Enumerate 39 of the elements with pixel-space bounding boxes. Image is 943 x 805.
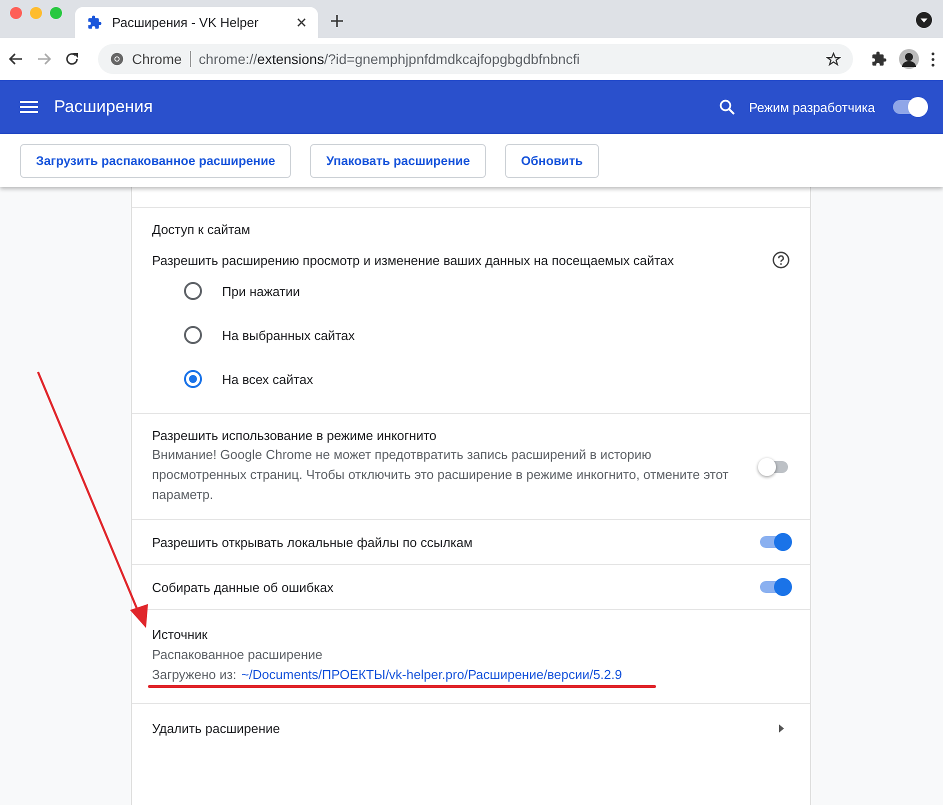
new-tab-icon[interactable] <box>330 14 344 28</box>
remove-extension-row[interactable]: Удалить расширение <box>132 703 810 752</box>
developer-mode-label: Режим разработчика <box>748 100 875 114</box>
source-type: Распакованное расширение <box>152 646 324 664</box>
url-text: chrome://extensions/?id=gnemphjpnfdmdkcajfopgbgdbfnbncfi <box>198 51 580 67</box>
avatar-icon[interactable] <box>899 49 919 69</box>
help-icon[interactable] <box>772 251 790 269</box>
search-icon[interactable] <box>718 99 735 115</box>
bookmark-star-icon[interactable] <box>826 52 841 66</box>
browser-tab[interactable]: Расширения - VK Helper <box>75 7 318 38</box>
radio-option[interactable]: На всех сайтах <box>152 357 790 401</box>
radio-option[interactable]: При нажатии <box>152 269 790 313</box>
setting-toggle[interactable] <box>760 460 788 472</box>
address-bar[interactable]: Chrome chrome://extensions/?id=gnemphjpnfdmdkcajfopgbgdbfnbncfi <box>98 44 853 74</box>
action-button[interactable]: Обновить <box>504 144 599 178</box>
menu-icon[interactable] <box>20 101 38 113</box>
page-title: Расширения <box>54 97 153 117</box>
action-button[interactable]: Упаковать расширение <box>310 144 486 178</box>
radio-option[interactable]: На выбранных сайтах <box>152 313 790 357</box>
puzzle-icon <box>87 15 102 30</box>
reload-icon[interactable] <box>64 51 80 67</box>
section-title: Доступ к сайтам <box>152 222 252 237</box>
puzzle-icon[interactable] <box>871 51 887 67</box>
caret-icon <box>779 724 784 732</box>
close-tab-icon[interactable] <box>297 18 306 27</box>
loaded-from-label: Загружено из: <box>152 666 236 684</box>
tab-search-icon[interactable] <box>916 12 932 28</box>
chrome-icon <box>110 52 124 66</box>
site-access-prompt: Разрешить расширению просмотр и изменение ваших данных на посещаемых сайтах <box>152 252 674 268</box>
setting-title: Разрешить открывать локальные файлы по ссылкам <box>152 534 474 550</box>
menu-icon[interactable] <box>931 52 935 66</box>
source-path-link[interactable]: ~/Documents/ПРОЕКТЫ/vk-helper.pro/Расширение/версии/5.2.9 <box>241 665 622 685</box>
section-title: Источник <box>152 626 208 644</box>
setting-title: Собирать данные об ошибках <box>152 580 335 594</box>
developer-mode-toggle[interactable] <box>893 100 925 114</box>
setting-title: Разрешить использование в режиме инкогнито <box>152 428 438 443</box>
action-button[interactable]: Загрузить распакованное расширение <box>20 144 292 178</box>
setting-description: Внимание! Google Chrome не может предотвратить запись расширений в историю просмотренных страниц. Чтобы отключить это расширение в режиме инкогнито, отмените этот параметр. <box>152 446 730 504</box>
back-icon[interactable] <box>8 51 24 67</box>
